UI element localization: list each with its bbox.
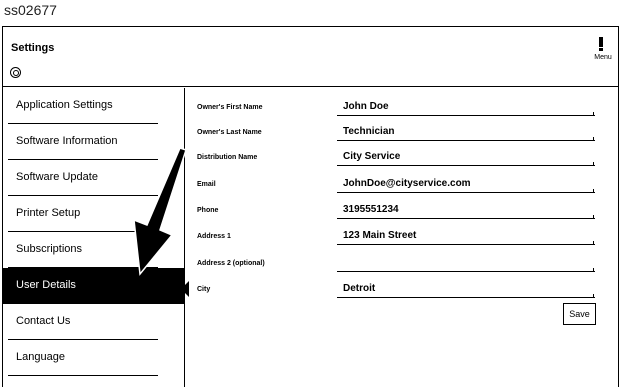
sidebar-item-label: Printer Setup xyxy=(16,207,81,219)
sidebar-item-language[interactable]: Language xyxy=(3,340,184,376)
active-pointer-icon xyxy=(181,281,189,297)
phone-field[interactable]: Phone 3195551234 xyxy=(197,200,597,224)
field-underline xyxy=(337,115,595,116)
field-value: Technician xyxy=(343,126,395,137)
field-value: City Service xyxy=(343,151,401,162)
field-underline-end xyxy=(593,189,594,193)
exclamation-dot-icon xyxy=(599,48,603,51)
field-underline xyxy=(337,192,595,193)
field-label: Owner's Last Name xyxy=(197,129,262,136)
divider xyxy=(8,375,158,376)
menu-label: Menu xyxy=(594,54,612,61)
field-value: Detroit xyxy=(343,283,376,294)
reference-id: ss02677 xyxy=(4,2,57,18)
field-underline-end xyxy=(593,294,594,298)
field-underline xyxy=(337,244,595,245)
field-label: Owner's First Name xyxy=(197,104,263,111)
field-label: Phone xyxy=(197,207,219,214)
address-2-field[interactable]: Address 2 (optional) xyxy=(197,253,597,277)
save-button[interactable]: Save xyxy=(563,303,596,325)
header-bar: Settings Menu xyxy=(3,27,618,87)
page-title: Settings xyxy=(11,42,55,54)
city-field[interactable]: City Detroit xyxy=(197,279,597,303)
field-underline-end xyxy=(593,162,594,166)
field-label: Distribution Name xyxy=(197,154,258,161)
sidebar-item-label: Subscriptions xyxy=(16,243,83,255)
sidebar-item-label: Contact Us xyxy=(16,315,71,327)
field-underline xyxy=(337,165,595,166)
callout-arrow-icon xyxy=(133,148,187,276)
field-underline-end xyxy=(593,241,594,245)
field-underline xyxy=(337,140,595,141)
field-label: Address 1 xyxy=(197,233,231,240)
sidebar-item-application-settings[interactable]: Application Settings xyxy=(3,88,184,124)
sidebar-item-label: Software Information xyxy=(16,135,118,147)
sidebar-item-label: Language xyxy=(16,351,65,363)
exclamation-icon xyxy=(599,37,603,47)
field-label: City xyxy=(197,286,211,293)
sidebar-item-label: Application Settings xyxy=(16,99,113,111)
owner-last-name-field[interactable]: Owner's Last Name Technician xyxy=(197,122,597,146)
field-underline xyxy=(337,271,595,272)
sidebar-item-label: Software Update xyxy=(16,171,98,183)
settings-icon xyxy=(10,67,21,78)
email-field[interactable]: Email JohnDoe@cityservice.com xyxy=(197,174,597,198)
distribution-name-field[interactable]: Distribution Name City Service xyxy=(197,147,597,171)
field-underline-end xyxy=(593,268,594,272)
field-value: JohnDoe@cityservice.com xyxy=(343,178,471,189)
address-1-field[interactable]: Address 1 123 Main Street xyxy=(197,226,597,250)
field-underline xyxy=(337,297,595,298)
field-value: 123 Main Street xyxy=(343,230,417,241)
field-label: Address 2 (optional) xyxy=(197,260,265,267)
owner-first-name-field[interactable]: Owner's First Name John Doe xyxy=(197,97,597,121)
field-value: 3195551234 xyxy=(343,204,399,215)
sidebar-item-contact-us[interactable]: Contact Us xyxy=(3,304,184,340)
field-underline-end xyxy=(593,112,594,116)
field-value: John Doe xyxy=(343,101,389,112)
field-underline-end xyxy=(593,137,594,141)
sidebar-item-label: User Details xyxy=(16,279,76,291)
field-underline xyxy=(337,218,595,219)
menu-button[interactable]: Menu xyxy=(590,35,614,65)
field-underline-end xyxy=(593,215,594,219)
field-label: Email xyxy=(197,181,216,188)
